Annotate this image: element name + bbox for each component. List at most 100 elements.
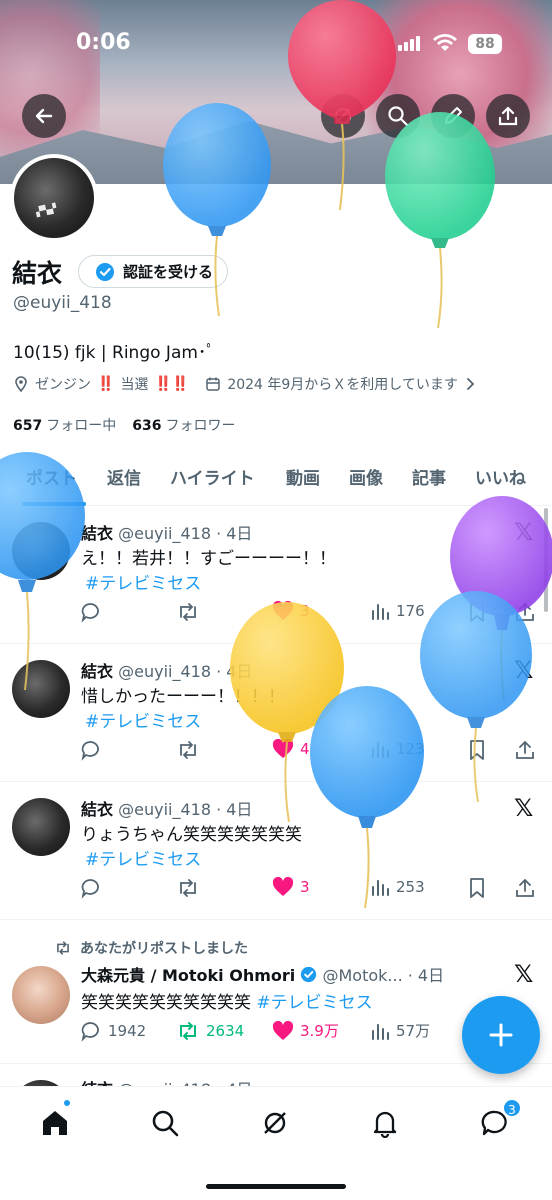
signal-icon	[398, 36, 420, 51]
tweet-meta: @Motok... · 4日	[322, 966, 445, 985]
get-verified-label: 認証を受ける	[123, 263, 214, 281]
tab-articles[interactable]: 記事	[412, 464, 446, 489]
view-count: 176	[396, 602, 425, 620]
tweet-avatar[interactable]	[12, 966, 70, 1024]
views-icon	[372, 604, 389, 620]
bookmark-button[interactable]	[468, 739, 486, 761]
location-emoji-2: ‼️‼️	[154, 376, 190, 392]
profile-avatar[interactable]: ▞▚▞	[10, 154, 98, 242]
tweet-author: 結衣	[81, 524, 114, 543]
views-button[interactable]: 57万	[370, 1020, 430, 1041]
verified-badge-icon	[301, 966, 317, 983]
scrollbar[interactable]	[544, 508, 548, 612]
tweet-header: 結衣 @euyii_418 · 4日	[81, 658, 252, 682]
repost-icon	[57, 941, 69, 955]
tweet-meta: @euyii_418 · 4日	[118, 800, 253, 819]
repost-button[interactable]	[176, 877, 200, 899]
views-button[interactable]: 123	[370, 739, 425, 759]
repost-button[interactable]	[176, 739, 200, 761]
tweet-hashtag[interactable]: #テレビミセス	[85, 707, 201, 732]
heart-filled-icon	[272, 1020, 294, 1040]
bookmark-button[interactable]	[468, 601, 486, 623]
heart-filled-icon	[272, 877, 294, 896]
search-button[interactable]	[376, 94, 420, 138]
joined-date: 2024 年9月からＸを利用しています	[227, 377, 458, 393]
repost-label: あなたがリポストしました	[80, 941, 248, 957]
following-count: 657	[13, 418, 43, 434]
tweet-text: 惜しかったーーー！！！！	[81, 687, 285, 707]
reply-button[interactable]	[80, 877, 102, 899]
like-button[interactable]: 3	[272, 877, 310, 897]
location-text: ゼンジン	[35, 377, 91, 393]
tab-posts[interactable]: ポスト	[26, 464, 77, 489]
profile-meta: ゼンジン ‼️ 当選 ‼️‼️ 2024 年9月からＸを利用しています	[13, 374, 476, 394]
edit-button[interactable]	[431, 94, 475, 138]
like-count: 3	[300, 602, 310, 620]
bookmark-icon	[470, 740, 484, 760]
reply-icon	[81, 879, 99, 899]
views-button[interactable]: 176	[370, 601, 425, 621]
tweet-actions: 3 253	[80, 877, 542, 903]
nav-notifications[interactable]	[365, 1103, 405, 1143]
tweet[interactable]: 結衣 @euyii_418 · 4日 𝕏 惜しかったーーー！！！！ #テレビミセ…	[0, 644, 552, 782]
reply-icon	[81, 603, 99, 623]
following-link[interactable]: 657 フォロー中	[13, 415, 116, 435]
tweet-hashtag[interactable]: #テレビミセス	[85, 845, 201, 870]
followers-label: フォロワー	[165, 418, 236, 434]
like-button[interactable]: 3	[272, 601, 310, 621]
search-icon	[388, 106, 409, 127]
views-icon	[372, 742, 389, 758]
nav-home[interactable]	[35, 1103, 75, 1143]
tweet[interactable]: 結衣 @euyii_418 · 4日 𝕏 りょうちゃん笑笑笑笑笑笑笑 #テレビミ…	[0, 782, 552, 920]
reply-button[interactable]: 1942	[80, 1020, 146, 1042]
tab-likes[interactable]: いいね	[475, 464, 526, 489]
back-button[interactable]	[22, 94, 66, 138]
nav-search[interactable]	[145, 1103, 185, 1143]
tweet-avatar[interactable]	[12, 522, 70, 580]
x-logo-icon: 𝕏	[514, 656, 534, 684]
like-button[interactable]: 3.9万	[272, 1020, 339, 1041]
tab-highlights[interactable]: ハイライト	[170, 464, 255, 489]
grok-button[interactable]	[321, 94, 365, 138]
location-mid: 当選	[120, 377, 149, 393]
reply-button[interactable]	[80, 739, 102, 761]
share-tweet-button[interactable]	[514, 601, 536, 623]
bookmark-icon	[470, 602, 484, 622]
reply-button[interactable]	[80, 601, 102, 623]
followers-link[interactable]: 636 フォロワー	[132, 415, 235, 435]
repost-button[interactable]	[176, 601, 200, 623]
tab-videos[interactable]: 動画	[286, 464, 320, 489]
nav-grok[interactable]	[255, 1103, 295, 1143]
home-notification-dot	[62, 1098, 72, 1108]
tweet-avatar[interactable]	[12, 660, 70, 718]
share-tweet-button[interactable]	[514, 877, 536, 899]
like-button[interactable]: 4	[272, 739, 310, 759]
bell-icon	[373, 1111, 397, 1138]
get-verified-button[interactable]: 認証を受ける	[78, 255, 229, 288]
views-button[interactable]: 253	[370, 877, 425, 897]
tweet-avatar[interactable]	[12, 798, 70, 856]
chevron-right-icon[interactable]	[464, 377, 476, 391]
tab-photos[interactable]: 画像	[349, 464, 383, 489]
bookmark-button[interactable]	[468, 877, 486, 899]
share-tweet-button[interactable]	[514, 739, 536, 761]
repost-icon	[180, 741, 196, 759]
tweet-actions: 4 123	[80, 739, 542, 765]
tab-replies[interactable]: 返信	[107, 464, 141, 489]
compose-button[interactable]	[462, 996, 540, 1074]
repost-button[interactable]: 2634	[176, 1020, 244, 1042]
tweet-hashtag[interactable]: #テレビミセス	[85, 569, 201, 594]
heart-filled-icon	[272, 739, 294, 758]
bookmark-icon	[470, 878, 484, 898]
like-count: 3	[300, 878, 310, 896]
repost-indicator: あなたがリポストしました	[54, 938, 248, 958]
messages-badge: 3	[502, 1098, 522, 1118]
share-button[interactable]	[486, 94, 530, 138]
tweet-text: りょうちゃん笑笑笑笑笑笑笑	[81, 825, 302, 845]
reply-icon	[81, 1022, 99, 1042]
home-indicator	[206, 1184, 346, 1189]
tweet[interactable]: 結衣 @euyii_418 · 4日 𝕏 え！！若井！！すごーーーー！！ #テレ…	[0, 506, 552, 644]
repost-icon	[180, 879, 196, 897]
repost-active-icon	[180, 1022, 196, 1040]
tweet-hashtag[interactable]: #テレビミセス	[256, 993, 372, 1013]
